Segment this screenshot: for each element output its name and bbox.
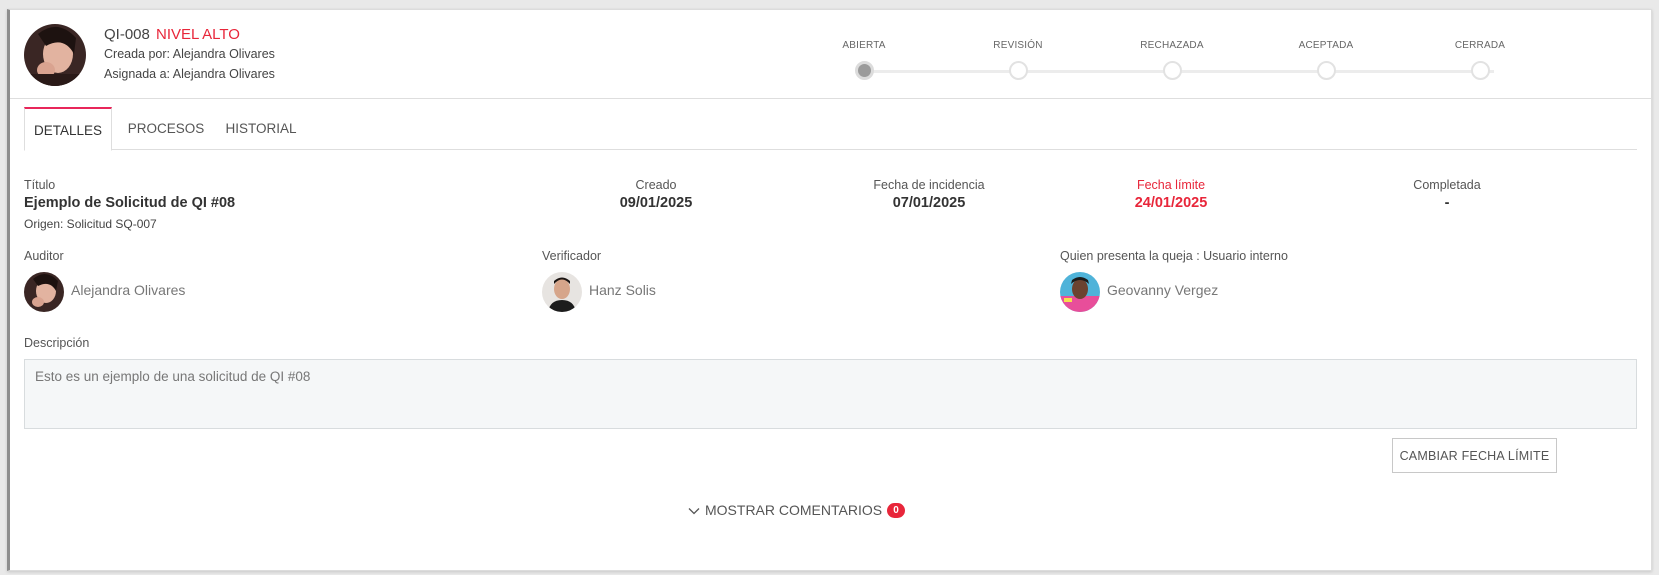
complainant-name[interactable]: Geovanny Vergez bbox=[1107, 282, 1218, 298]
complainant-label: Quien presenta la queja : Usuario intern… bbox=[1060, 249, 1288, 263]
deadline-value: 24/01/2025 bbox=[1134, 195, 1208, 211]
tab-detalles[interactable]: DETALLES bbox=[24, 107, 112, 151]
step-rechazada[interactable]: RECHAZADA bbox=[1112, 40, 1232, 80]
chevron-down-icon bbox=[688, 504, 700, 516]
created-value: 09/01/2025 bbox=[619, 195, 693, 211]
completed-label: Completada bbox=[1413, 178, 1481, 192]
incident-code: QI-008 bbox=[104, 26, 150, 43]
tab-historial[interactable]: HISTORIAL bbox=[216, 107, 306, 150]
deadline-label: Fecha límite bbox=[1136, 178, 1206, 192]
step-aceptada[interactable]: ACEPTADA bbox=[1266, 40, 1386, 80]
step-dot bbox=[1008, 61, 1028, 80]
auditor-label: Auditor bbox=[24, 249, 64, 263]
step-abierta[interactable]: ABIERTA bbox=[804, 40, 924, 80]
show-comments-label: MOSTRAR COMENTARIOS bbox=[705, 502, 883, 518]
step-label: RECHAZADA bbox=[1140, 40, 1204, 51]
description-box[interactable]: Esto es un ejemplo de una solicitud de Q… bbox=[24, 359, 1637, 429]
verifier-avatar[interactable] bbox=[542, 272, 582, 312]
assigned-to: Asignada a: Alejandra Olivares bbox=[104, 67, 275, 81]
step-label: ACEPTADA bbox=[1298, 40, 1354, 51]
step-dot bbox=[1316, 61, 1336, 80]
created-label: Creado bbox=[635, 178, 677, 192]
creator-avatar bbox=[24, 24, 86, 86]
tab-procesos[interactable]: PROCESOS bbox=[118, 107, 214, 150]
comments-count-badge: 0 bbox=[887, 502, 906, 518]
detail-tabs: DETALLES PROCESOS HISTORIAL bbox=[24, 107, 1637, 151]
verifier-name[interactable]: Hanz Solis bbox=[589, 282, 656, 298]
step-label: REVISIÓN bbox=[993, 40, 1043, 51]
incident-code-line: QI-008 NIVEL ALTO bbox=[104, 26, 240, 43]
change-deadline-button[interactable]: CAMBIAR FECHA LÍMITE bbox=[1392, 438, 1557, 473]
verifier-label: Verificador bbox=[542, 249, 602, 263]
show-comments-toggle[interactable]: MOSTRAR COMENTARIOS 0 bbox=[688, 500, 906, 520]
priority-level: NIVEL ALTO bbox=[156, 26, 240, 43]
complainant-avatar[interactable] bbox=[1060, 272, 1100, 312]
description-label: Descripción bbox=[24, 336, 90, 350]
title-value: Ejemplo de Solicitud de QI #08 bbox=[24, 195, 236, 211]
auditor-avatar[interactable] bbox=[24, 272, 64, 312]
completed-value: - bbox=[1444, 195, 1450, 211]
step-cerrada[interactable]: CERRADA bbox=[1420, 40, 1540, 80]
step-revision[interactable]: REVISIÓN bbox=[958, 40, 1078, 80]
origin-text: Origen: Solicitud SQ-007 bbox=[24, 217, 157, 231]
step-dot bbox=[1470, 61, 1490, 80]
incident-header: QI-008 NIVEL ALTO Creada por: Alejandra … bbox=[10, 10, 1651, 99]
auditor-name[interactable]: Alejandra Olivares bbox=[71, 282, 185, 298]
step-label: CERRADA bbox=[1454, 40, 1506, 51]
incident-card: QI-008 NIVEL ALTO Creada por: Alejandra … bbox=[7, 9, 1652, 571]
status-stepper: ABIERTA REVISIÓN RECHAZADA ACEPTADA CERR… bbox=[830, 40, 1590, 84]
step-dot bbox=[1162, 61, 1182, 80]
title-label: Título bbox=[24, 178, 56, 192]
incident-date-value: 07/01/2025 bbox=[892, 195, 966, 211]
step-label: ABIERTA bbox=[842, 40, 886, 51]
created-by: Creada por: Alejandra Olivares bbox=[104, 47, 275, 61]
incident-date-label: Fecha de incidencia bbox=[873, 178, 985, 192]
step-dot-active bbox=[854, 61, 874, 80]
